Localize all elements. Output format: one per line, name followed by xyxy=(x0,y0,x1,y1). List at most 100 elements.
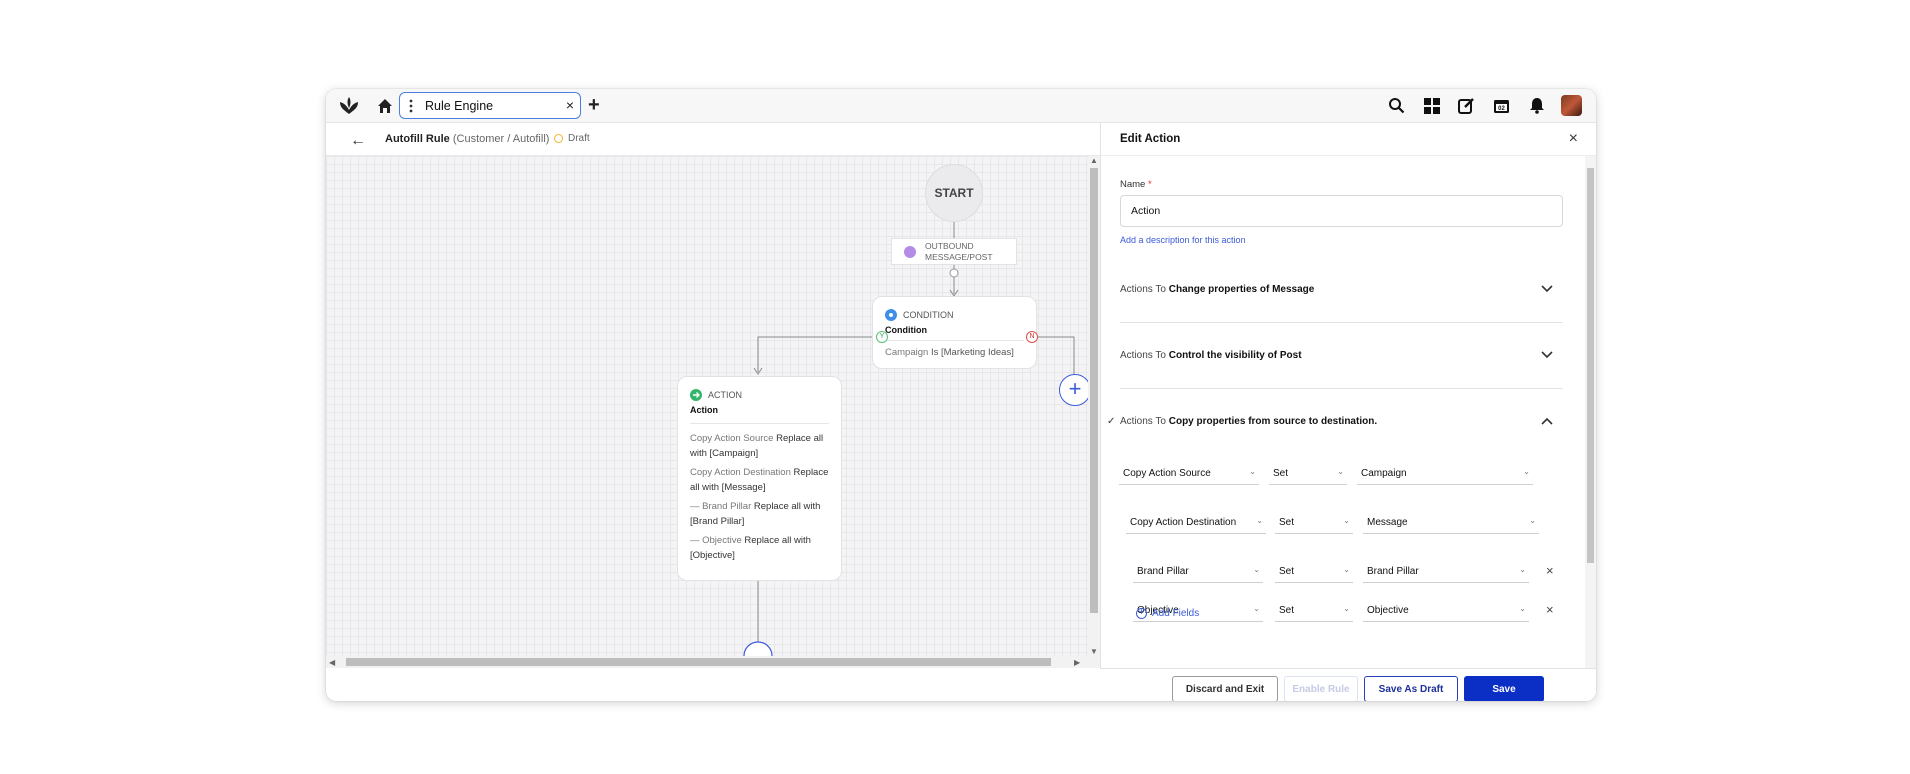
add-fields-button[interactable]: + Add Fields xyxy=(1136,608,1199,619)
action-kind: ACTION xyxy=(690,389,742,401)
condition-icon xyxy=(885,309,897,321)
chevron-down-icon: ⌄ xyxy=(1253,565,1260,574)
section-name: Control the visibility of Post xyxy=(1168,350,1302,361)
value-select-value: Objective xyxy=(1367,605,1409,616)
required-mark: * xyxy=(1147,179,1152,190)
value-select-value: Message xyxy=(1367,517,1408,528)
chevron-down-icon: ⌄ xyxy=(1343,565,1350,574)
rule-header: ← Autofill Rule (Customer / Autofill) Dr… xyxy=(326,123,1100,156)
new-tab-button[interactable]: + xyxy=(588,94,600,116)
field-select[interactable]: Brand Pillar ⌄ xyxy=(1133,561,1263,583)
compose-icon[interactable] xyxy=(1456,95,1477,116)
action-line-key: — Objective xyxy=(690,535,742,546)
canvas-horizontal-scroll-thumb[interactable] xyxy=(346,658,1051,666)
remove-row-icon[interactable]: × xyxy=(1546,563,1554,578)
action-kind-label: ACTION xyxy=(708,390,743,400)
chevron-down-icon: ⌄ xyxy=(1249,467,1256,476)
flow-canvas[interactable]: START OUTBOUND MESSAGE/POST CONDITION Co… xyxy=(326,156,1088,656)
panel-scrollbar[interactable] xyxy=(1585,156,1596,668)
scroll-left-arrow-icon[interactable]: ◀ xyxy=(329,658,335,667)
canvas-vertical-scroll-thumb[interactable] xyxy=(1090,168,1098,613)
section-name: Change properties of Message xyxy=(1168,284,1315,295)
operator-select[interactable]: Set ⌄ xyxy=(1275,512,1353,534)
start-node[interactable]: START xyxy=(925,164,983,222)
discard-and-exit-button[interactable]: Discard and Exit xyxy=(1172,676,1278,701)
scroll-up-arrow-icon[interactable]: ▲ xyxy=(1090,156,1098,165)
action-line-key: — Brand Pillar xyxy=(690,501,752,512)
trigger-node[interactable]: OUTBOUND MESSAGE/POST xyxy=(891,238,1017,265)
enable-rule-button[interactable]: Enable Rule xyxy=(1284,676,1358,701)
canvas-horizontal-scrollbar[interactable]: ◀ ▶ xyxy=(326,656,1100,668)
scroll-right-arrow-icon[interactable]: ▶ xyxy=(1074,658,1080,667)
top-bar: Rule Engine × + 02 xyxy=(326,89,1596,123)
chevron-down-icon: ⌄ xyxy=(1519,565,1526,574)
condition-name: Condition xyxy=(885,325,927,335)
condition-kind-label: CONDITION xyxy=(903,310,954,320)
field-select-value: Copy Action Source xyxy=(1123,468,1211,479)
name-input[interactable] xyxy=(1120,195,1563,227)
chevron-down-icon: ⌄ xyxy=(1529,516,1536,525)
section-title: Actions To Change properties of Message xyxy=(1120,284,1314,295)
tab-close-icon[interactable]: × xyxy=(566,97,574,113)
chevron-up-icon[interactable] xyxy=(1541,413,1553,428)
chevron-down-icon[interactable] xyxy=(1541,281,1553,296)
field-select[interactable]: Copy Action Destination ⌄ xyxy=(1126,512,1266,534)
chevron-down-icon: ⌄ xyxy=(1256,516,1263,525)
operator-select[interactable]: Set ⌄ xyxy=(1275,561,1353,583)
plus-circle-icon: + xyxy=(1136,608,1147,619)
kebab-menu-icon[interactable] xyxy=(408,98,414,114)
app-window: Rule Engine × + 02 ← Autofill Rule (Cust… xyxy=(326,89,1596,701)
draft-status-icon xyxy=(554,134,563,143)
condition-rule: Campaign Is [Marketing Ideas] xyxy=(885,340,1024,358)
chevron-down-icon: ⌄ xyxy=(1343,516,1350,525)
save-button[interactable]: Save xyxy=(1464,676,1544,701)
operator-select-value: Set xyxy=(1279,517,1295,528)
field-select-value: Copy Action Destination xyxy=(1130,517,1237,528)
bell-icon[interactable] xyxy=(1526,95,1547,116)
value-select[interactable]: Message ⌄ xyxy=(1363,512,1539,534)
trigger-label-line1: OUTBOUND xyxy=(925,241,974,251)
close-icon[interactable]: × xyxy=(1569,130,1578,148)
value-select[interactable]: Brand Pillar ⌄ xyxy=(1363,561,1529,583)
add-fields-label: Add Fields xyxy=(1152,608,1200,619)
avatar-wrap[interactable] xyxy=(1561,95,1582,116)
section-title: Actions To Control the visibility of Pos… xyxy=(1120,350,1302,361)
value-select[interactable]: Campaign ⌄ xyxy=(1357,463,1533,485)
chevron-down-icon[interactable] xyxy=(1541,347,1553,362)
operator-select[interactable]: Set ⌄ xyxy=(1275,600,1353,622)
save-as-draft-button[interactable]: Save As Draft xyxy=(1364,676,1458,701)
tab-rule-engine[interactable]: Rule Engine × xyxy=(399,92,581,119)
chevron-down-icon: ⌄ xyxy=(1337,467,1344,476)
operator-select[interactable]: Set ⌄ xyxy=(1269,463,1347,485)
search-icon[interactable] xyxy=(1386,95,1407,116)
section-title: Actions To Copy properties from source t… xyxy=(1120,416,1377,427)
action-node[interactable]: ACTION Action Copy Action Source Replace… xyxy=(677,376,842,581)
logo-icon[interactable] xyxy=(338,96,360,116)
value-select[interactable]: Objective ⌄ xyxy=(1363,600,1529,622)
section-change-properties[interactable]: Actions To Change properties of Message xyxy=(1120,257,1563,323)
action-line-key: Copy Action Destination xyxy=(690,467,791,478)
add-node-button[interactable]: + xyxy=(1059,374,1088,406)
rule-title: Autofill Rule (Customer / Autofill) xyxy=(385,133,549,145)
apps-grid-icon[interactable] xyxy=(1421,95,1442,116)
chevron-down-icon: ⌄ xyxy=(1253,604,1260,613)
value-select-value: Campaign xyxy=(1361,468,1407,479)
back-arrow-icon[interactable]: ← xyxy=(350,132,366,150)
section-control-visibility[interactable]: Actions To Control the visibility of Pos… xyxy=(1120,323,1563,389)
remove-row-icon[interactable]: × xyxy=(1546,602,1554,617)
field-select[interactable]: Copy Action Source ⌄ xyxy=(1119,463,1259,485)
condition-rule-value: Is [Marketing Ideas] xyxy=(930,347,1014,358)
calendar-icon[interactable]: 02 xyxy=(1491,95,1512,116)
panel-scroll-thumb[interactable] xyxy=(1587,168,1594,563)
add-description-link[interactable]: Add a description for this action xyxy=(1120,235,1246,245)
home-icon[interactable] xyxy=(376,97,394,115)
condition-node[interactable]: CONDITION Condition Campaign Is [Marketi… xyxy=(872,296,1037,369)
action-summary: Copy Action Source Replace all with [Cam… xyxy=(690,423,829,568)
panel-header: Edit Action × xyxy=(1101,123,1596,156)
scroll-down-arrow-icon[interactable]: ▼ xyxy=(1090,647,1098,656)
section-prefix: Actions To xyxy=(1120,350,1166,361)
field-select-value: Brand Pillar xyxy=(1137,566,1189,577)
avatar[interactable] xyxy=(1561,95,1582,116)
section-copy-properties[interactable]: ✓ Actions To Copy properties from source… xyxy=(1107,389,1563,429)
canvas-vertical-scrollbar[interactable]: ▲ ▼ xyxy=(1088,156,1100,656)
